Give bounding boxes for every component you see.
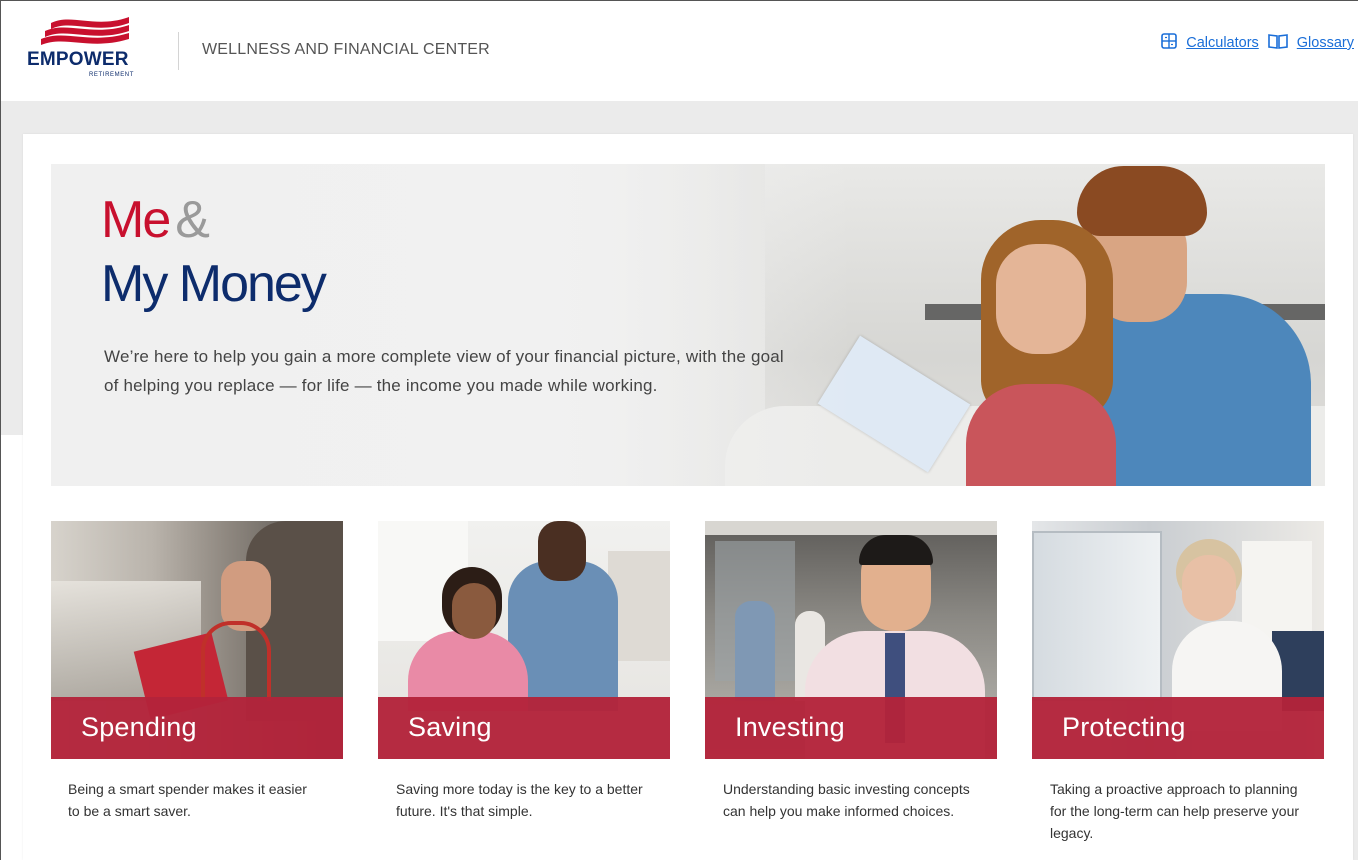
header-divider: [178, 32, 179, 70]
empower-logo[interactable]: EMPOWER RETIREMENT: [27, 15, 149, 87]
investing-description: Understanding basic investing concepts c…: [723, 781, 970, 819]
tile-saving[interactable]: Saving: [378, 521, 670, 759]
book-icon: [1267, 33, 1288, 53]
header: EMPOWER RETIREMENT WELLNESS AND FINANCIA…: [1, 1, 1358, 101]
calculators-link-label: Calculators: [1186, 35, 1259, 51]
glossary-link-label: Glossary: [1296, 35, 1354, 51]
hero-photo-woman: [966, 384, 1116, 486]
calculators-link[interactable]: Calculators: [1161, 33, 1259, 53]
saving-label: Saving: [408, 712, 492, 742]
hero-title-line1: Me &: [101, 188, 210, 252]
protecting-label: Protecting: [1062, 712, 1186, 742]
hero-title-me: Me: [101, 191, 171, 249]
left-strip: [1, 435, 23, 860]
hero-description: We’re here to help you gain a more compl…: [104, 347, 784, 395]
logo-wordmark: EMPOWER: [27, 49, 129, 70]
tile-protecting[interactable]: Protecting: [1032, 521, 1324, 759]
header-links: Calculators Glossary: [1161, 33, 1354, 53]
spending-description: Being a smart spender makes it easier to…: [68, 781, 307, 819]
logo-subtext: RETIREMENT: [89, 72, 134, 78]
tile-spending[interactable]: Spending: [51, 521, 343, 759]
spending-label: Spending: [81, 712, 197, 742]
investing-label: Investing: [735, 712, 845, 742]
hero-photo-woman-face: [996, 244, 1086, 354]
hero-title-amp: &: [175, 191, 210, 249]
calculator-icon: [1161, 33, 1178, 53]
hero-photo-man-hair: [1077, 166, 1207, 236]
tile-investing[interactable]: Investing: [705, 521, 997, 759]
protecting-description: Taking a proactive approach to planning …: [1050, 781, 1300, 841]
site-title: WELLNESS AND FINANCIAL CENTER: [202, 41, 490, 58]
hero-title-line2: My Money: [101, 255, 327, 313]
saving-description: Saving more today is the key to a better…: [396, 781, 643, 819]
flag-logo-icon: [41, 17, 129, 45]
hero-banner: [51, 164, 1325, 486]
glossary-link[interactable]: Glossary: [1267, 33, 1354, 53]
